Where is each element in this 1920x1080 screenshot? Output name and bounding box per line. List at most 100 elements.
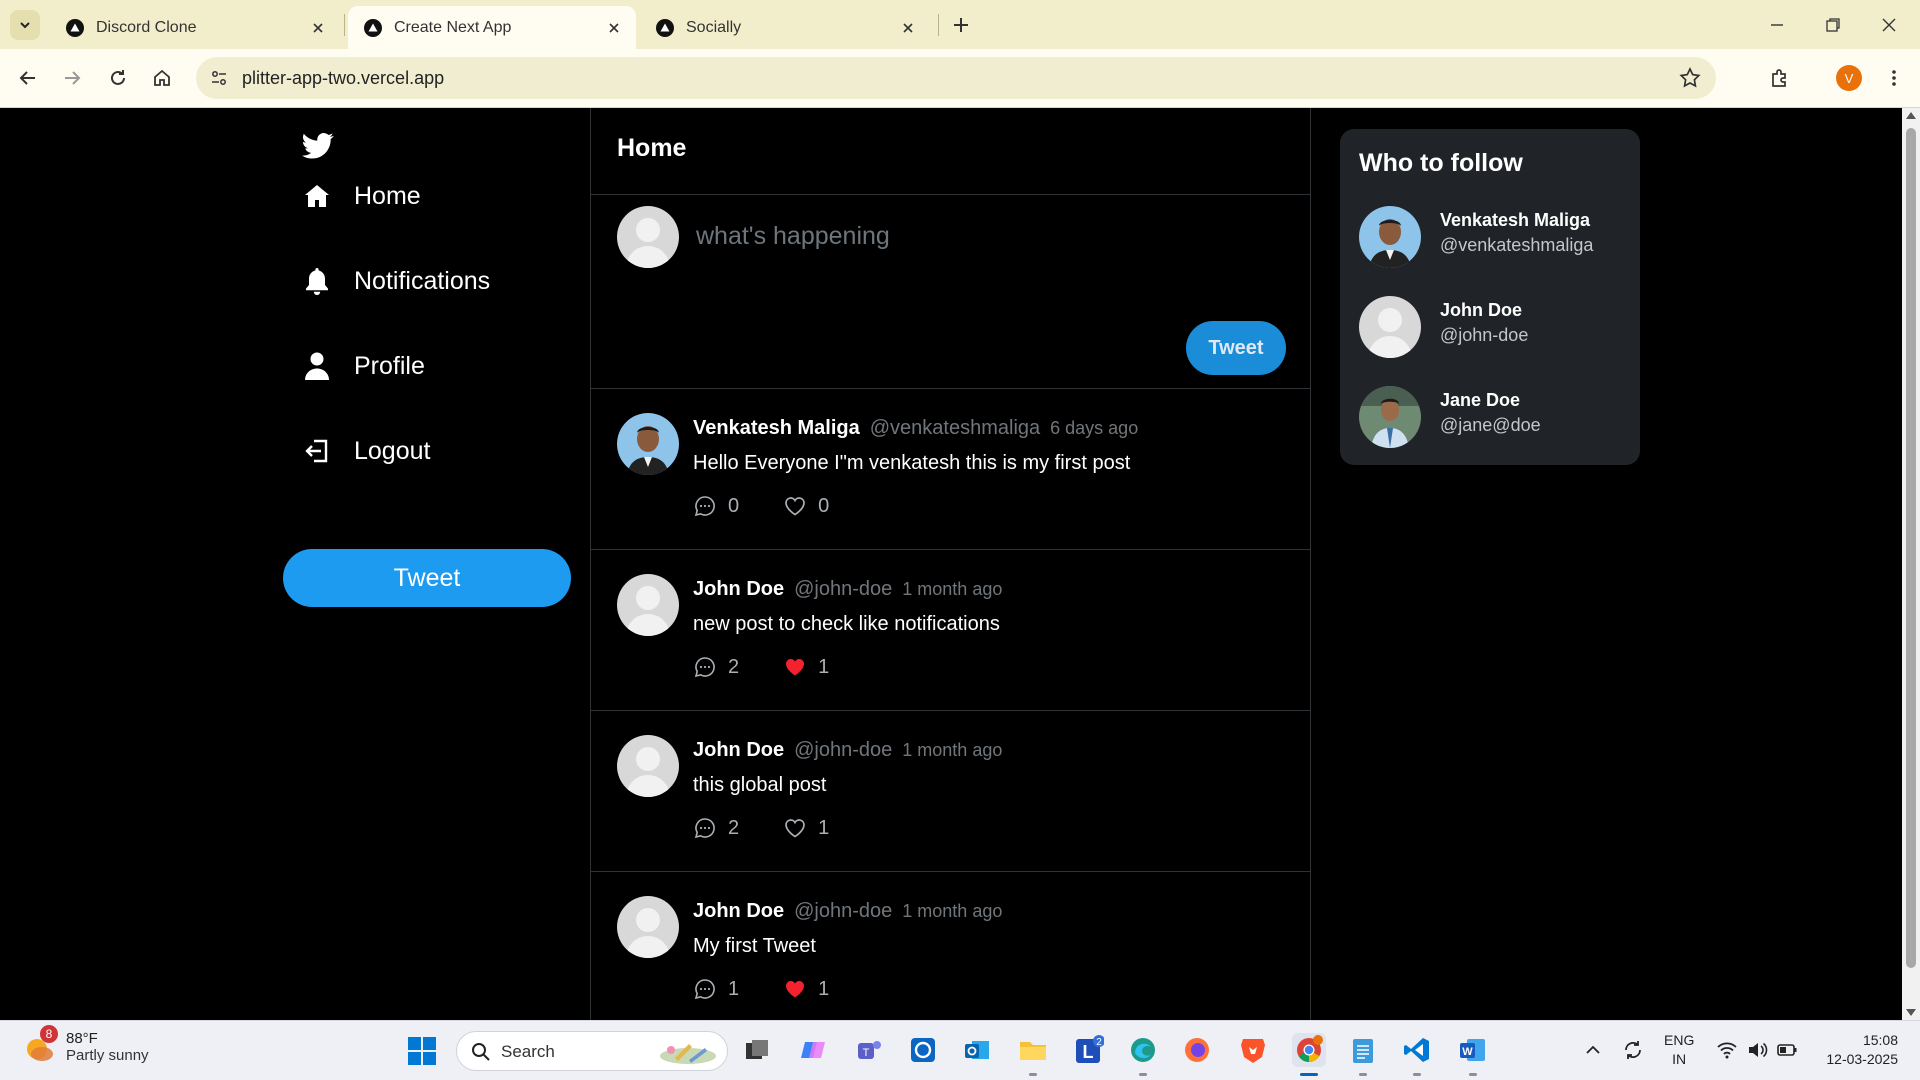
post-card[interactable]: John Doe @john-doe 1 month ago My first … [591, 872, 1310, 1020]
system-clock[interactable]: 15:08 12-03-2025 [1818, 1031, 1898, 1069]
scroll-up-arrow[interactable] [1906, 112, 1916, 119]
follow-user-name[interactable]: Venkatesh Maliga [1440, 210, 1590, 231]
like-count: 1 [818, 816, 830, 839]
taskbar-outlook[interactable] [960, 1033, 994, 1067]
composer-tweet-button[interactable]: Tweet [1186, 321, 1286, 375]
taskbar-word[interactable]: W [1456, 1033, 1490, 1067]
close-icon[interactable] [310, 20, 326, 36]
app-badge-count: 2 [1096, 1037, 1102, 1048]
nav-logout[interactable]: Logout [302, 426, 430, 476]
scroll-down-arrow[interactable] [1906, 1009, 1916, 1016]
profile-avatar[interactable]: V [1836, 65, 1862, 91]
close-window-button[interactable] [1872, 8, 1906, 42]
taskbar-copilot[interactable] [796, 1033, 830, 1067]
minimize-button[interactable] [1760, 8, 1794, 42]
plus-icon [954, 18, 968, 32]
tweet-input[interactable]: what's happening [696, 222, 890, 251]
taskbar-edge[interactable] [1126, 1033, 1160, 1067]
search-highlight-art-icon [660, 1044, 716, 1064]
taskbar-notepad[interactable] [1346, 1033, 1380, 1067]
taskbar-brave[interactable] [1236, 1033, 1270, 1067]
post-text: Hello Everyone I"m venkatesh this is my … [693, 452, 1131, 474]
follow-suggestion[interactable]: Jane Doe @jane@doe [1359, 384, 1629, 450]
volume-icon[interactable] [1746, 1039, 1768, 1061]
input-language-indicator[interactable]: ENG IN [1664, 1031, 1694, 1069]
browser-menu-button[interactable] [1880, 64, 1908, 92]
user-icon [302, 351, 332, 381]
taskbar-camera-app[interactable] [906, 1033, 940, 1067]
browser-tab-active[interactable]: Create Next App [348, 6, 636, 49]
who-to-follow-title: Who to follow [1359, 149, 1523, 177]
scrollbar-thumb[interactable] [1906, 128, 1916, 968]
comment-button[interactable]: 0 [693, 494, 739, 518]
windows-start-icon[interactable] [406, 1035, 438, 1067]
nav-home[interactable]: Home [302, 171, 421, 221]
address-bar[interactable]: plitter-app-two.vercel.app [196, 57, 1716, 99]
like-button[interactable]: 1 [783, 655, 829, 679]
back-button[interactable] [14, 64, 42, 92]
post-card[interactable]: Venkatesh Maliga @venkateshmaliga 6 days… [591, 389, 1310, 550]
sync-icon[interactable] [1622, 1039, 1644, 1061]
taskbar-task-view[interactable] [740, 1033, 774, 1067]
post-author-name[interactable]: John Doe [693, 900, 784, 923]
wifi-icon[interactable] [1716, 1039, 1738, 1061]
forward-button[interactable] [58, 64, 86, 92]
follow-user-name[interactable]: Jane Doe [1440, 390, 1520, 411]
battery-icon[interactable] [1776, 1039, 1798, 1061]
comment-button[interactable]: 2 [693, 816, 739, 840]
clock-time: 15:08 [1862, 1032, 1898, 1048]
post-timestamp: 6 days ago [1050, 418, 1139, 438]
post-card[interactable]: John Doe @john-doe 1 month ago new post … [591, 550, 1310, 711]
close-icon[interactable] [900, 20, 916, 36]
post-author-name[interactable]: John Doe [693, 739, 784, 762]
minimize-icon [1771, 24, 1783, 26]
nav-notifications[interactable]: Notifications [302, 256, 490, 306]
nav-label: Profile [354, 351, 425, 380]
taskbar-teams[interactable]: T [852, 1033, 886, 1067]
extensions-button[interactable] [1766, 64, 1794, 92]
comment-button[interactable]: 1 [693, 977, 739, 1001]
nav-profile[interactable]: Profile [302, 341, 425, 391]
twitter-bird-icon[interactable] [302, 132, 334, 160]
tune-icon [212, 71, 226, 85]
follow-suggestion[interactable]: Venkatesh Maliga @venkateshmaliga [1359, 204, 1629, 270]
outlook-icon [965, 1041, 989, 1059]
like-button[interactable]: 1 [783, 816, 829, 840]
avatar [617, 735, 679, 797]
post-author-name[interactable]: John Doe [693, 578, 784, 601]
taskbar-vscode[interactable] [1400, 1033, 1434, 1067]
edge-icon [1131, 1038, 1155, 1062]
bookmark-star-icon[interactable] [1678, 66, 1702, 90]
home-button[interactable] [148, 64, 176, 92]
taskbar-learning-app[interactable]: L2 [1072, 1033, 1106, 1067]
weather-widget[interactable]: 8 88°F Partly sunny [22, 1025, 149, 1065]
follow-user-name[interactable]: John Doe [1440, 300, 1522, 321]
like-button[interactable]: 1 [783, 977, 829, 1001]
close-icon [1882, 18, 1896, 32]
page-scrollbar[interactable] [1902, 108, 1920, 1020]
taskbar-search-box[interactable]: Search [456, 1031, 728, 1071]
new-tab-button[interactable] [948, 12, 974, 38]
reload-button[interactable] [104, 64, 132, 92]
site-info-button[interactable] [206, 65, 232, 91]
post-card[interactable]: John Doe @john-doe 1 month ago this glob… [591, 711, 1310, 872]
url-text[interactable]: plitter-app-two.vercel.app [242, 68, 444, 89]
browser-tab[interactable]: Socially [640, 6, 930, 49]
taskbar-firefox[interactable] [1180, 1033, 1214, 1067]
browser-tab[interactable]: Discord Clone [50, 6, 340, 49]
teams-icon: T [858, 1041, 881, 1059]
tab-search-button[interactable] [10, 10, 40, 40]
post-author-name[interactable]: Venkatesh Maliga [693, 417, 860, 440]
like-button[interactable]: 0 [783, 494, 829, 518]
tab-title: Create Next App [394, 18, 512, 36]
main-feed: Home what's happening Tweet Venkatesh Ma… [590, 108, 1311, 1020]
sidebar-tweet-button[interactable]: Tweet [283, 549, 571, 607]
taskbar-chrome[interactable] [1292, 1033, 1326, 1067]
restore-button[interactable] [1816, 8, 1850, 42]
follow-suggestion[interactable]: John Doe @john-doe [1359, 294, 1629, 360]
taskbar-file-explorer[interactable] [1016, 1033, 1050, 1067]
comment-button[interactable]: 2 [693, 655, 739, 679]
close-icon[interactable] [606, 20, 622, 36]
post-actions: 0 0 [693, 494, 873, 518]
chevron-up-icon[interactable] [1582, 1039, 1604, 1061]
